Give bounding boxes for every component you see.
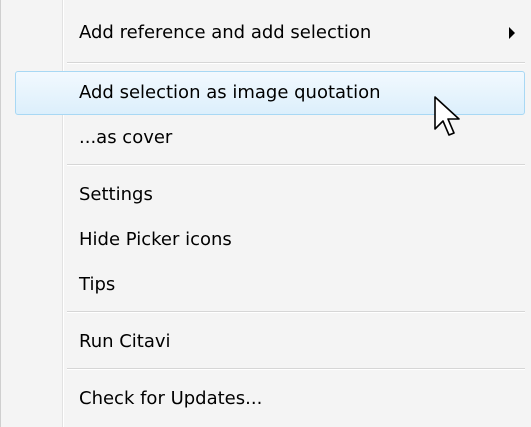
menu-item-settings[interactable]: Settings xyxy=(15,173,525,217)
menu-item-label: Run Citavi xyxy=(79,331,171,352)
context-menu: Add reference and add selection Add sele… xyxy=(0,0,531,427)
menu-item-label: ...as cover xyxy=(79,127,173,148)
menu-separator xyxy=(67,164,525,166)
menu-item-label: Check for Updates... xyxy=(79,388,263,409)
menu-item-label: Settings xyxy=(79,184,153,205)
menu-item-label: Tips xyxy=(79,274,116,295)
menu-item-label: Add selection as image quotation xyxy=(79,82,381,103)
menu-item-label: Add reference and add selection xyxy=(79,22,372,43)
submenu-arrow-icon xyxy=(509,27,515,39)
menu-item-check-for-updates[interactable]: Check for Updates... xyxy=(15,377,525,421)
menu-item-tips[interactable]: Tips xyxy=(15,263,525,307)
menu-item-run-citavi[interactable]: Run Citavi xyxy=(15,320,525,364)
menu-item-label: Hide Picker icons xyxy=(79,229,232,250)
menu-separator xyxy=(67,368,525,370)
mouse-pointer-icon xyxy=(434,96,460,136)
menu-item-add-reference-and-selection[interactable]: Add reference and add selection xyxy=(15,11,525,55)
menu-separator xyxy=(67,62,525,64)
menu-separator xyxy=(67,311,525,313)
menu-item-hide-picker-icons[interactable]: Hide Picker icons xyxy=(15,218,525,262)
